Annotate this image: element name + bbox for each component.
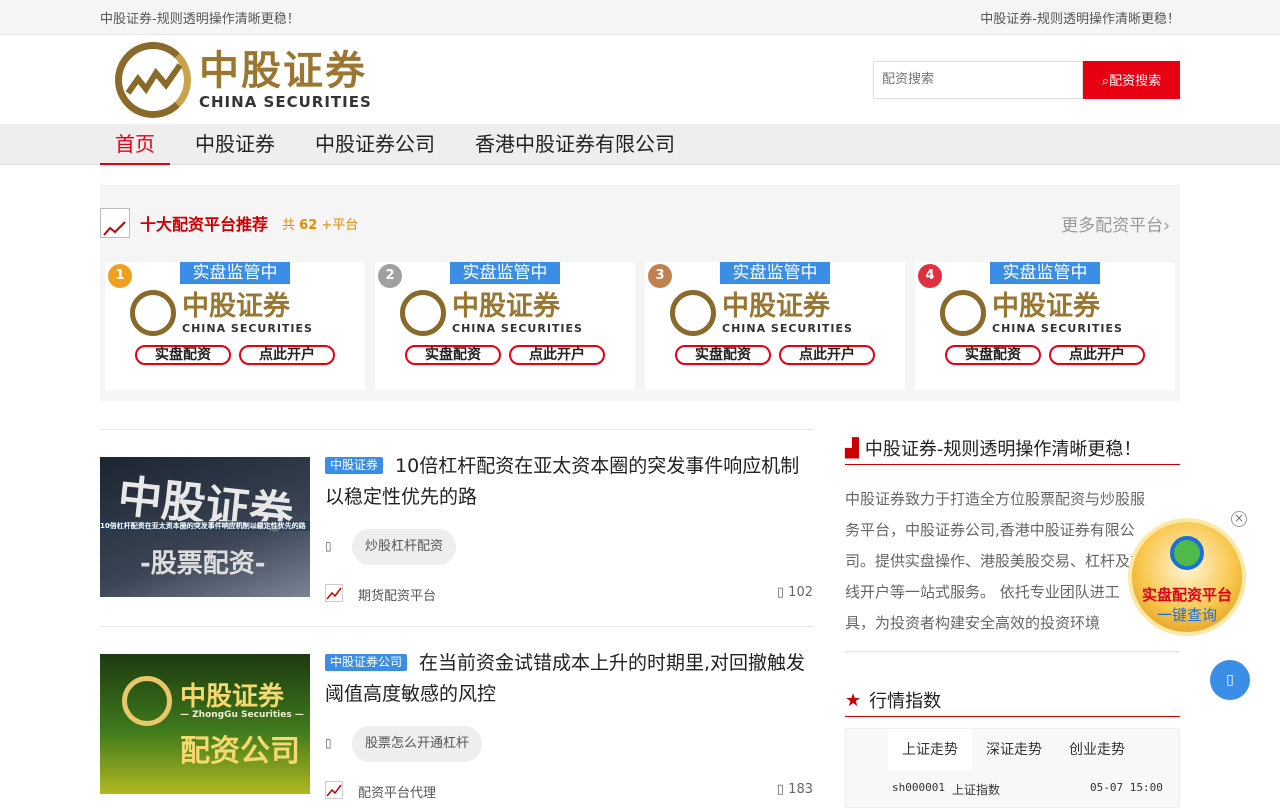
sidebar-market-title: ★ 行情指数 [845,684,1180,717]
card-button-leverage[interactable]: 实盘配资 [945,345,1041,365]
article-author[interactable]: 配资平台代理 [358,782,436,801]
chat-icon: ▯ [1226,672,1234,688]
eye-icon: ▯ [776,782,785,797]
nav-item-company[interactable]: 中股证券公司 [300,124,450,165]
recommend-section: 十大配资平台推荐 共 62 +平台 更多配资平台› 1 实盘监管中 中股证券 CH… [100,185,1180,401]
bar-chart-icon: ▟ [845,437,859,459]
article-author[interactable]: 期货配资平台 [358,585,436,604]
main-nav: 首页 中股证券 中股证券公司 香港中股证券有限公司 [0,124,1280,165]
site-logo[interactable]: 中股证券 CHINA SECURITIES [115,41,372,118]
platform-cards: 1 实盘监管中 中股证券 CHINA SECURITIES 实盘配资 点此开户 2… [105,262,1185,390]
logo-english-text: CHINA SECURITIES [199,92,372,111]
search-input[interactable] [873,60,1083,99]
nav-item-zhonggu[interactable]: 中股证券 [180,124,290,165]
logo-emblem-icon [670,290,716,336]
card-button-leverage[interactable]: 实盘配资 [675,345,771,365]
article-tag[interactable]: 股票怎么开通杠杆 [352,726,483,762]
logo-emblem-icon [122,676,172,726]
divider [100,429,813,430]
search-bar: ⌕配资搜索 [873,60,1180,99]
platform-card[interactable]: 4 实盘监管中 中股证券 CHINA SECURITIES 实盘配资 点此开户 [915,262,1175,390]
article-thumbnail[interactable]: 中股证券 10倍杠杆配资在亚太资本圈的突发事件响应机制以稳定性优先的路 -股票配… [100,457,310,597]
eye-icon: ▯ [776,585,785,600]
logo-emblem-icon [400,290,446,336]
recommend-title: 十大配资平台推荐 [140,215,269,234]
search-button-label: 配资搜索 [1109,74,1162,89]
card-button-open-account[interactable]: 点此开户 [509,345,605,365]
rank-medal-icon: 4 [918,264,942,288]
article-title[interactable]: 中股证券公司 在当前资金试错成本上升的时期里,对回撤触发阈值高度敏感的风控 [325,648,813,710]
article-tag[interactable]: 炒股杠杆配资 [352,529,457,565]
close-icon[interactable]: × [1231,511,1247,527]
rank-medal-icon: 2 [378,264,402,288]
author-avatar [325,781,343,799]
sidebar-description: 中股证券致力于打造全方位股票配资与炒股服务平台，中股证券公司,香港中股证券有限公… [845,490,1146,632]
article-title[interactable]: 中股证券 10倍杠杆配资在亚太资本圈的突发事件响应机制以稳定性优先的路 [325,451,813,513]
chevron-right-icon: › [1163,215,1170,236]
card-status-tag: 实盘监管中 [450,262,560,284]
star-bookmark-icon: ★ [845,689,862,711]
card-status-tag: 实盘监管中 [180,262,290,284]
rank-medal-icon: 1 [108,264,132,288]
card-logo: 中股证券 CHINA SECURITIES [400,290,583,336]
float-action-button[interactable]: ▯ [1210,660,1250,700]
market-widget: 上证走势 深证走势 创业走势 sh000001 上证指数 05-07 15:00 [845,728,1180,808]
recommend-header: 十大配资平台推荐 共 62 +平台 更多配资平台› [100,207,1180,239]
article-item: 中股证券 — ZhongGu Securities — 配资公司 中股证券公司在… [100,652,813,801]
article-views: ▯ 183 [776,782,813,797]
top-bar: 中股证券-规则透明操作清晰更稳！ 中股证券-规则透明操作清晰更稳！ [0,0,1280,35]
logo-chinese-text: 中股证券 [199,47,367,94]
card-button-open-account[interactable]: 点此开户 [779,345,875,365]
tab-shanghai[interactable]: 上证走势 [888,729,972,771]
logo-emblem-icon [940,290,986,336]
nav-item-hongkong[interactable]: 香港中股证券有限公司 [460,124,690,165]
platform-card[interactable]: 3 实盘监管中 中股证券 CHINA SECURITIES 实盘配资 点此开户 [645,262,905,390]
logo-emblem-icon [115,41,191,118]
article-category-badge[interactable]: 中股证券 [325,457,384,474]
market-time: 05-07 15:00 [1090,781,1163,794]
market-code: sh000001 [892,781,945,794]
article-views: ▯ 102 [776,585,813,600]
topbar-slogan-right: 中股证券-规则透明操作清晰更稳！ [980,11,1180,27]
article-category-badge[interactable]: 中股证券公司 [325,654,408,671]
logo-emblem-icon [130,290,176,336]
platform-query-badge[interactable]: 实盘配资平台 一键查询 [1128,518,1246,636]
tag-icon: ▯ [325,736,332,750]
divider [100,626,813,627]
recommend-count: 共 62 +平台 [282,217,359,233]
card-logo: 中股证券 CHINA SECURITIES [130,290,313,336]
sidebar-about-title: ▟ 中股证券-规则透明操作清晰更稳！ [845,432,1180,465]
article-item: 中股证券 10倍杠杆配资在亚太资本圈的突发事件响应机制以稳定性优先的路 -股票配… [100,455,813,604]
divider [845,651,1180,652]
nav-item-home[interactable]: 首页 [100,124,170,165]
header: 中股证券 CHINA SECURITIES ⌕配资搜索 [0,35,1280,124]
card-logo: 中股证券 CHINA SECURITIES [940,290,1123,336]
magnifier-icon [1170,536,1204,570]
search-button[interactable]: ⌕配资搜索 [1083,60,1180,99]
market-name: 上证指数 [952,783,1001,797]
card-button-leverage[interactable]: 实盘配资 [135,345,231,365]
author-avatar [325,584,343,602]
card-button-leverage[interactable]: 实盘配资 [405,345,501,365]
platform-card[interactable]: 2 实盘监管中 中股证券 CHINA SECURITIES 实盘配资 点此开户 [375,262,635,390]
card-status-tag: 实盘监管中 [720,262,830,284]
chart-trend-icon [100,208,130,238]
card-logo: 中股证券 CHINA SECURITIES [670,290,853,336]
tag-icon: ▯ [325,539,332,553]
tab-shenzhen[interactable]: 深证走势 [972,729,1056,771]
card-status-tag: 实盘监管中 [990,262,1100,284]
card-button-open-account[interactable]: 点此开户 [239,345,335,365]
platform-card[interactable]: 1 实盘监管中 中股证券 CHINA SECURITIES 实盘配资 点此开户 [105,262,365,390]
card-button-open-account[interactable]: 点此开户 [1049,345,1145,365]
article-thumbnail[interactable]: 中股证券 — ZhongGu Securities — 配资公司 [100,654,310,794]
tab-chinext[interactable]: 创业走势 [1055,729,1139,771]
rank-medal-icon: 3 [648,264,672,288]
more-platforms-link[interactable]: 更多配资平台› [1061,211,1170,236]
topbar-slogan-left: 中股证券-规则透明操作清晰更稳！ [100,11,300,27]
